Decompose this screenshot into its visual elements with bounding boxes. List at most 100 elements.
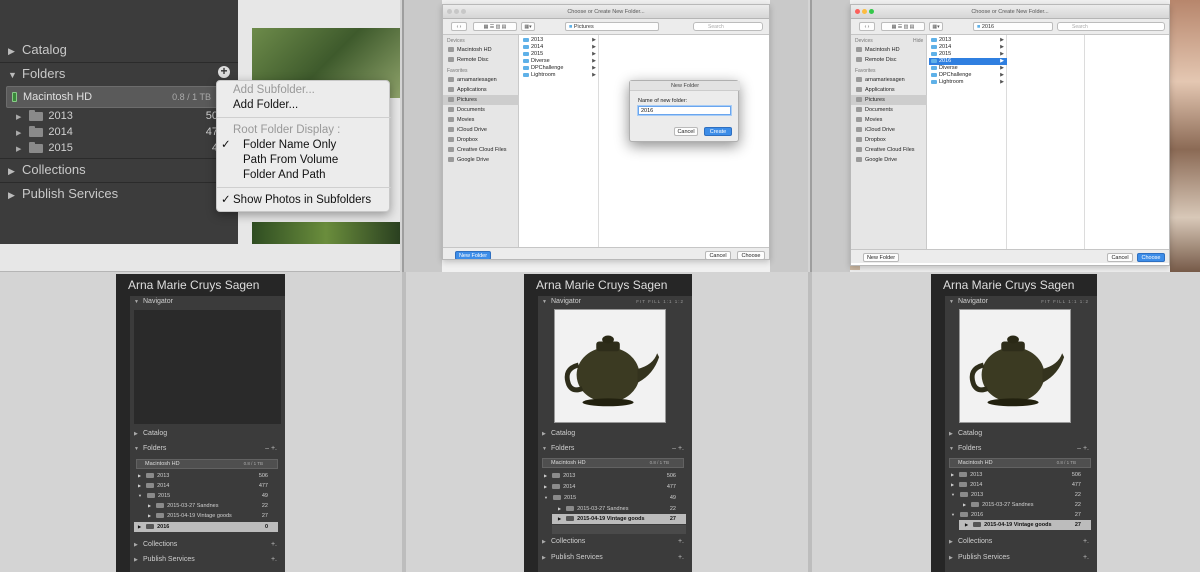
arrange-icon[interactable]: ▦▾	[521, 22, 535, 31]
folder-row[interactable]: ▶ 2015-03-27 Sandnes 22	[148, 501, 278, 511]
sidebar-icloud-drive[interactable]: iCloud Drive	[443, 125, 519, 135]
hide-link[interactable]: Hide	[913, 38, 923, 44]
folder-row[interactable]: ▶ 2013 506	[951, 470, 1091, 480]
folder-row[interactable]: ▶ 2014 477	[951, 480, 1091, 490]
sidebar-pictures[interactable]: Pictures	[443, 95, 519, 105]
navigator-header[interactable]: ▼ Navigator FIT FILL 1:1 1:2	[538, 296, 692, 308]
path-popup[interactable]: ■ 2016	[973, 22, 1053, 31]
sidebar-creative-cloud[interactable]: Creative Cloud Files	[851, 145, 927, 155]
publish-services-header[interactable]: ▶ Publish Services +.	[538, 552, 692, 564]
arrange-icon[interactable]: ▦▾	[929, 22, 943, 31]
volume-macintosh-hd[interactable]: Macintosh HD 0.8 / 1 TB	[6, 86, 236, 108]
volume-macintosh-hd[interactable]: Macintosh HD 0.8 / 1 TB	[136, 459, 278, 469]
sidebar-creative-cloud[interactable]: Creative Cloud Files	[443, 145, 519, 155]
sidebar-applications[interactable]: Applications	[851, 85, 927, 95]
publish-services-panel-header[interactable]: ▶ Publish Services	[0, 182, 238, 206]
folder-row[interactable]: ▶ 2015-03-27 Sandnes 22	[558, 504, 686, 514]
folders-header[interactable]: ▼ Folders – +.	[538, 443, 692, 455]
sidebar-movies[interactable]: Movies	[443, 115, 519, 125]
folders-actions[interactable]: – +.	[265, 443, 277, 455]
catalog-header[interactable]: ▶ Catalog	[945, 428, 1097, 440]
navigator-header[interactable]: ▼ Navigator	[130, 296, 285, 308]
folder-row[interactable]: ▶ 2013 506	[138, 471, 278, 481]
cancel-button[interactable]: Cancel	[705, 251, 731, 259]
add-folder-plus-icon[interactable]: +	[218, 65, 230, 78]
file-item[interactable]: Diverse ▶	[929, 65, 1007, 72]
folder-row-selected[interactable]: ▶ 2016 0	[134, 522, 278, 532]
sidebar-macintosh-hd[interactable]: Macintosh HD	[851, 45, 927, 55]
file-item-selected[interactable]: 2016 ▶	[929, 58, 1007, 65]
sidebar-icloud-drive[interactable]: iCloud Drive	[851, 125, 927, 135]
sidebar-pictures[interactable]: Pictures	[851, 95, 927, 105]
folders-panel-header[interactable]: ▼ Folders	[0, 62, 238, 86]
folders-header[interactable]: ▼ Folders – +.	[130, 443, 285, 455]
file-item[interactable]: DPChallenge ▶	[521, 65, 599, 72]
menu-path-from-volume[interactable]: Path From Volume	[217, 153, 391, 168]
path-popup[interactable]: ■ Pictures	[565, 22, 659, 31]
collections-header[interactable]: ▶ Collections +.	[945, 536, 1097, 548]
folder-row[interactable]: ▶ 2014 477	[138, 481, 278, 491]
menu-folder-name-only[interactable]: ✓ Folder Name Only	[217, 138, 391, 153]
view-mode-icon[interactable]: ▦ ☰ ▥ ▤	[473, 22, 517, 31]
back-forward-icon[interactable]: ‹ ›	[451, 22, 467, 31]
collections-header[interactable]: ▶ Collections +.	[538, 536, 692, 548]
catalog-header[interactable]: ▶ Catalog	[538, 428, 692, 440]
folder-row-selected[interactable]: ▶ 2015-04-19 Vintage goods 27	[959, 520, 1091, 530]
folders-actions[interactable]: – +.	[672, 443, 684, 455]
folder-row[interactable]: ▼ 2015 49	[138, 491, 278, 501]
menu-folder-and-path[interactable]: Folder And Path	[217, 168, 391, 183]
sidebar-home[interactable]: arnamariesagen	[851, 75, 927, 85]
folders-actions[interactable]: – +.	[1077, 443, 1089, 455]
file-item[interactable]: Diverse ▶	[521, 58, 599, 65]
publish-services-header[interactable]: ▶ Publish Services +.	[945, 552, 1097, 564]
folder-row[interactable]: ▼ 2013 22	[951, 490, 1091, 500]
sidebar-remote-disc[interactable]: Remote Disc	[443, 55, 519, 65]
file-item[interactable]: DPChallenge ▶	[929, 72, 1007, 79]
search-input[interactable]: Search	[693, 22, 763, 31]
navigator-header[interactable]: ▼ Navigator FIT FILL 1:1 1:2	[945, 296, 1097, 308]
sidebar-google-drive[interactable]: Google Drive	[443, 155, 519, 165]
choose-button[interactable]: Choose	[1137, 253, 1165, 262]
menu-add-folder[interactable]: Add Folder...	[217, 98, 391, 113]
sidebar-documents[interactable]: Documents	[851, 105, 927, 115]
sidebar-documents[interactable]: Documents	[443, 105, 519, 115]
publish-services-header[interactable]: ▶ Publish Services +.	[130, 554, 285, 566]
sidebar-dropbox[interactable]: Dropbox	[443, 135, 519, 145]
sidebar-dropbox[interactable]: Dropbox	[851, 135, 927, 145]
folder-row[interactable]: ▶ 2014 477	[544, 482, 686, 492]
sidebar-applications[interactable]: Applications	[443, 85, 519, 95]
search-input[interactable]: Search	[1057, 22, 1165, 31]
folder-row[interactable]: ▼ 2016 27	[951, 510, 1091, 520]
back-forward-icon[interactable]: ‹ ›	[859, 22, 875, 31]
sheet-cancel-button[interactable]: Cancel	[674, 127, 698, 136]
folder-row-2015[interactable]: ▶ 2015 4	[0, 140, 238, 156]
folder-row[interactable]: ▼ 2015 49	[544, 493, 686, 503]
menu-show-photos-in-subfolders[interactable]: ✓ Show Photos in Subfolders	[217, 193, 391, 208]
file-item[interactable]: Lightroom ▶	[929, 79, 1007, 86]
file-item[interactable]: Lightroom ▶	[521, 72, 599, 79]
sidebar-google-drive[interactable]: Google Drive	[851, 155, 927, 165]
catalog-panel-header[interactable]: ▶ Catalog	[0, 38, 238, 62]
collections-header[interactable]: ▶ Collections +.	[130, 539, 285, 551]
menu-add-subfolder[interactable]: Add Subfolder...	[217, 83, 391, 98]
new-folder-name-input[interactable]: 2016	[638, 106, 731, 115]
choose-button[interactable]: Choose	[737, 251, 765, 259]
folder-row-2014[interactable]: ▶ 2014 47	[0, 124, 238, 140]
folder-row[interactable]: ▶ 2015-03-27 Sandnes 22	[963, 500, 1091, 510]
collections-panel-header[interactable]: ▶ Collections	[0, 158, 238, 182]
file-item[interactable]: 2013 ▶	[929, 37, 1007, 44]
sheet-create-button[interactable]: Create	[704, 127, 732, 136]
folder-row-selected[interactable]: ▶ 2015-04-19 Vintage goods 27	[552, 514, 686, 524]
file-item[interactable]: 2014 ▶	[929, 44, 1007, 51]
view-mode-icon[interactable]: ▦ ☰ ▥ ▤	[881, 22, 925, 31]
cancel-button[interactable]: Cancel	[1107, 253, 1133, 262]
catalog-header[interactable]: ▶ Catalog	[130, 428, 285, 440]
new-folder-button[interactable]: New Folder	[863, 253, 899, 262]
folder-row[interactable]: ▶ 2013 506	[544, 471, 686, 481]
folders-header[interactable]: ▼ Folders – +.	[945, 443, 1097, 455]
file-item[interactable]: 2013 ▶	[521, 37, 599, 44]
sidebar-remote-disc[interactable]: Remote Disc	[851, 55, 927, 65]
sidebar-macintosh-hd[interactable]: Macintosh HD	[443, 45, 519, 55]
folder-row-2013[interactable]: ▶ 2013 50	[0, 108, 238, 124]
folder-row[interactable]: ▶ 2015-04-19 Vintage goods 27	[148, 511, 278, 521]
